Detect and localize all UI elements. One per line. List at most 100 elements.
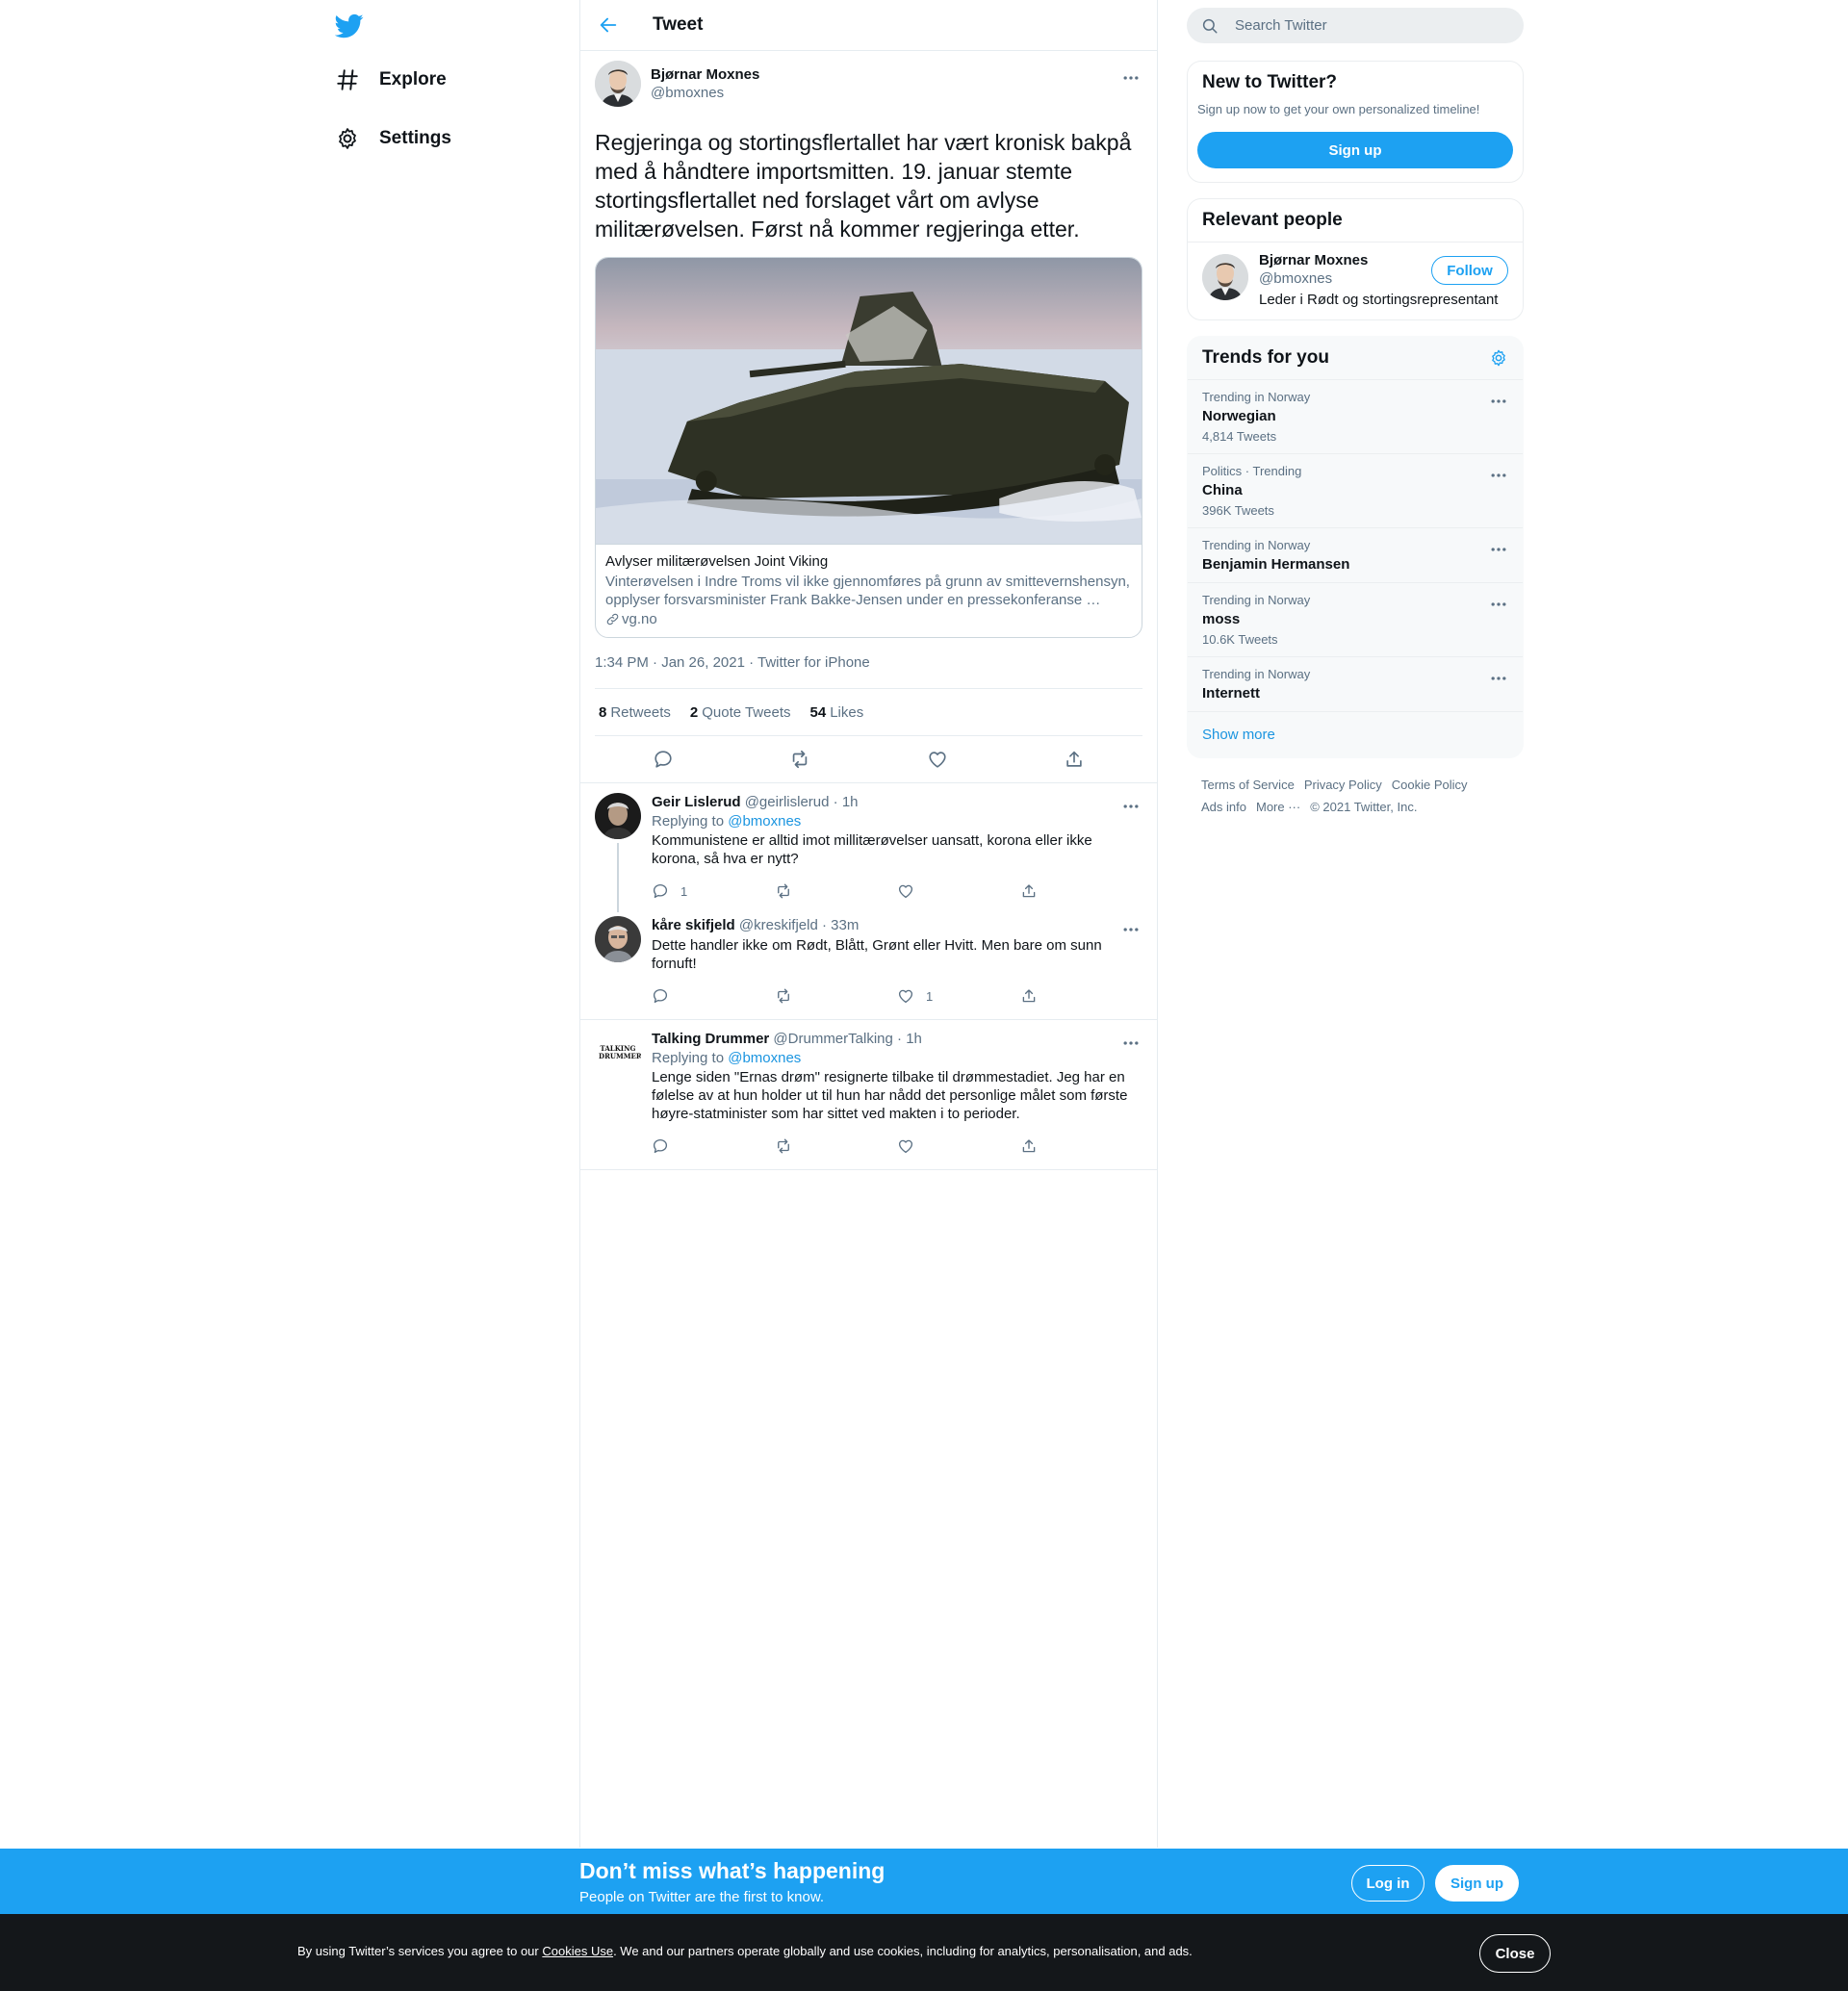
link-card[interactable]: Avlyser militærøvelsen Joint Viking Vint…	[595, 257, 1142, 638]
reply-author-handle[interactable]: @geirlislerud	[745, 794, 830, 810]
reply-icon[interactable]	[652, 987, 669, 1005]
replying-to: Replying to @bmoxnes	[652, 813, 1142, 830]
reply-time[interactable]: 33m	[831, 917, 859, 933]
more-options-icon[interactable]	[1489, 392, 1508, 411]
more-options-icon[interactable]	[1121, 797, 1141, 816]
tweet-time[interactable]: 1:34 PM · Jan 26, 2021	[595, 654, 745, 671]
author-handle[interactable]: @bmoxnes	[651, 85, 759, 101]
sidebar-signup-button[interactable]: Sign up	[1197, 132, 1513, 168]
back-arrow-icon[interactable]	[598, 14, 619, 36]
twitter-bird-icon[interactable]	[334, 12, 364, 40]
reply-actions: 1	[652, 874, 1142, 908]
more-options-icon[interactable]	[1489, 540, 1508, 559]
tweet-source[interactable]: Twitter for iPhone	[757, 654, 870, 671]
tweet-stats: 8 Retweets 2 Quote Tweets 54 Likes	[595, 689, 1142, 736]
search-input[interactable]	[1235, 17, 1504, 34]
relevant-people-box: Relevant people Bjørnar Moxnes @bmoxnes …	[1187, 198, 1524, 320]
trend-meta: Trending in Norway	[1202, 390, 1311, 404]
more-options-icon[interactable]	[1489, 595, 1508, 614]
avatar[interactable]: TALKING DRUMMER	[595, 1030, 641, 1076]
trend-name: moss	[1202, 611, 1241, 627]
quote-tweets-stat[interactable]: 2 Quote Tweets	[690, 704, 791, 721]
share-icon[interactable]	[1020, 882, 1038, 900]
more-options-icon[interactable]	[1121, 68, 1141, 88]
more-options-icon[interactable]	[1489, 466, 1508, 485]
trend-name: Benjamin Hermansen	[1202, 556, 1350, 573]
author-name[interactable]: Bjørnar Moxnes	[651, 66, 759, 83]
trend-item[interactable]: Trending in Norway Internett	[1188, 657, 1523, 712]
likes-stat[interactable]: 54 Likes	[810, 704, 864, 721]
tweet-timestamp: 1:34 PM · Jan 26, 2021 · Twitter for iPh…	[595, 654, 1142, 689]
reply-author-handle[interactable]: @kreskifjeld	[739, 917, 818, 933]
ads-info-link[interactable]: Ads info	[1201, 800, 1246, 814]
retweet-icon[interactable]	[775, 1137, 792, 1155]
more-options-icon[interactable]	[1489, 669, 1508, 688]
retweets-stat[interactable]: 8 Retweets	[599, 704, 671, 721]
cookie-close-button[interactable]: Close	[1479, 1934, 1551, 1973]
trend-item[interactable]: Politics · Trending China 396K Tweets	[1188, 454, 1523, 528]
more-options-icon[interactable]	[1121, 920, 1141, 939]
reply-time[interactable]: 1h	[906, 1031, 922, 1047]
share-icon[interactable]	[1064, 749, 1085, 770]
more-link[interactable]: More ···	[1256, 800, 1300, 814]
avatar[interactable]	[1202, 254, 1248, 300]
reply-icon[interactable]	[652, 882, 669, 900]
avatar[interactable]	[595, 793, 641, 839]
replying-mention[interactable]: @bmoxnes	[728, 813, 801, 830]
nav-explore[interactable]: Explore	[335, 56, 447, 104]
reply-tweet[interactable]: kåre skifjeld @kreskifjeld · 33m Dette h…	[580, 908, 1157, 1020]
reply-icon[interactable]	[652, 1137, 669, 1155]
banner-title: Don’t miss what’s happening	[579, 1858, 886, 1883]
retweet-icon[interactable]	[775, 987, 792, 1005]
cookies-use-link[interactable]: Cookies Use	[542, 1944, 613, 1958]
card-domain-text: vg.no	[622, 611, 657, 627]
retweet-icon[interactable]	[775, 882, 792, 900]
reply-actions	[652, 1129, 1142, 1163]
terms-link[interactable]: Terms of Service	[1201, 778, 1295, 792]
trend-item[interactable]: Trending in Norway Norwegian 4,814 Tweet…	[1188, 380, 1523, 454]
login-button[interactable]: Log in	[1351, 1865, 1424, 1902]
avatar-logo-text: TALKING DRUMMER	[599, 1044, 641, 1060]
replying-prefix: Replying to	[652, 1050, 725, 1066]
footer-links: Terms of Service Privacy Policy Cookie Pol…	[1187, 758, 1524, 818]
reply-tweet[interactable]: TALKING DRUMMER Talking Drummer @Drummer…	[580, 1020, 1157, 1170]
privacy-link[interactable]: Privacy Policy	[1304, 778, 1382, 792]
reply-author-handle[interactable]: @DrummerTalking	[773, 1031, 892, 1047]
reply-author-name[interactable]: kåre skifjeld	[652, 917, 735, 933]
replying-prefix: Replying to	[652, 813, 725, 830]
trend-item[interactable]: Trending in Norway moss 10.6K Tweets	[1188, 583, 1523, 657]
like-icon[interactable]	[897, 882, 914, 900]
search-box[interactable]	[1187, 8, 1524, 43]
cookie-banner: By using Twitter’s services you agree to…	[0, 1914, 1848, 1991]
relevant-person[interactable]: Bjørnar Moxnes @bmoxnes Leder i Rødt og …	[1188, 242, 1523, 319]
person-bio: Leder i Rødt og stortingsrepresentant	[1259, 292, 1499, 308]
reply-tweet[interactable]: Geir Lislerud @geirlislerud · 1h Replyin…	[580, 783, 1157, 912]
like-icon[interactable]	[897, 1137, 914, 1155]
like-icon[interactable]	[927, 749, 948, 770]
reply-author-name[interactable]: Geir Lislerud	[652, 794, 741, 810]
trend-count: 10.6K Tweets	[1202, 632, 1278, 647]
reply-time[interactable]: 1h	[842, 794, 859, 810]
more-options-icon[interactable]	[1121, 1034, 1141, 1053]
show-more-link[interactable]: Show more	[1188, 712, 1523, 757]
tweet-author: Bjørnar Moxnes @bmoxnes	[595, 61, 1142, 113]
trend-item[interactable]: Trending in Norway Benjamin Hermansen	[1188, 528, 1523, 583]
reply-author-name[interactable]: Talking Drummer	[652, 1031, 769, 1047]
like-icon[interactable]	[897, 987, 914, 1005]
signup-button[interactable]: Sign up	[1435, 1865, 1519, 1902]
trend-meta: Trending in Norway	[1202, 593, 1311, 607]
retweets-label: Retweets	[610, 703, 671, 721]
cookie-text: By using Twitter’s services you agree to…	[297, 1944, 1193, 1958]
reply-icon[interactable]	[653, 749, 674, 770]
follow-button[interactable]: Follow	[1431, 256, 1508, 285]
nav-settings[interactable]: Settings	[335, 115, 451, 163]
cookie-policy-link[interactable]: Cookie Policy	[1392, 778, 1468, 792]
share-icon[interactable]	[1020, 987, 1038, 1005]
retweet-icon[interactable]	[789, 749, 810, 770]
share-icon[interactable]	[1020, 1137, 1038, 1155]
replying-mention[interactable]: @bmoxnes	[728, 1050, 801, 1066]
gear-icon[interactable]	[1489, 348, 1508, 368]
main-tweet: Bjørnar Moxnes @bmoxnes Regjeringa og st…	[580, 51, 1157, 782]
avatar[interactable]	[595, 916, 641, 962]
avatar[interactable]	[595, 61, 641, 107]
